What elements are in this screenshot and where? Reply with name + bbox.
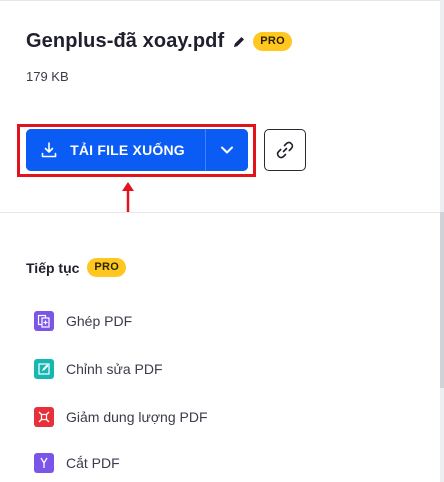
download-options-dropdown[interactable] (206, 129, 248, 171)
tool-label: Giảm dung lượng PDF (66, 409, 208, 425)
tool-item-compress[interactable]: Giảm dung lượng PDF (34, 407, 208, 427)
download-button[interactable]: TẢI FILE XUỐNG (26, 129, 205, 171)
tool-item-merge[interactable]: Ghép PDF (34, 311, 132, 331)
continue-header: Tiếp tục PRO (26, 258, 127, 277)
pro-badge: PRO (87, 258, 127, 277)
download-label: TẢI FILE XUỐNG (70, 142, 185, 158)
section-title: Tiếp tục (26, 259, 80, 276)
tool-item-split[interactable]: Cắt PDF (34, 453, 120, 473)
tool-label: Ghép PDF (66, 313, 133, 329)
merge-icon (34, 311, 54, 331)
tool-label: Chỉnh sửa PDF (66, 361, 163, 377)
file-header: Genplus-đã xoay.pdf PRO (26, 30, 292, 53)
file-size: 179 KB (26, 69, 69, 84)
tool-item-edit[interactable]: Chỉnh sửa PDF (34, 359, 163, 379)
chevron-down-icon (221, 146, 233, 154)
edit-icon (34, 359, 54, 379)
pencil-icon[interactable] (232, 35, 246, 49)
scrollbar-thumb[interactable] (440, 212, 444, 388)
split-icon (34, 453, 54, 473)
pro-badge: PRO (253, 32, 292, 51)
top-divider (0, 0, 444, 1)
link-icon (276, 141, 294, 159)
continue-panel: Tiếp tục PRO Ghép PDF Chỉnh sửa PDF Giảm… (0, 212, 440, 482)
download-button-group: TẢI FILE XUỐNG (26, 129, 248, 171)
tool-label: Cắt PDF (66, 455, 120, 471)
file-name: Genplus-đã xoay.pdf (26, 30, 225, 52)
download-icon (41, 142, 57, 158)
compress-icon (34, 407, 54, 427)
copy-link-button[interactable] (264, 129, 306, 171)
